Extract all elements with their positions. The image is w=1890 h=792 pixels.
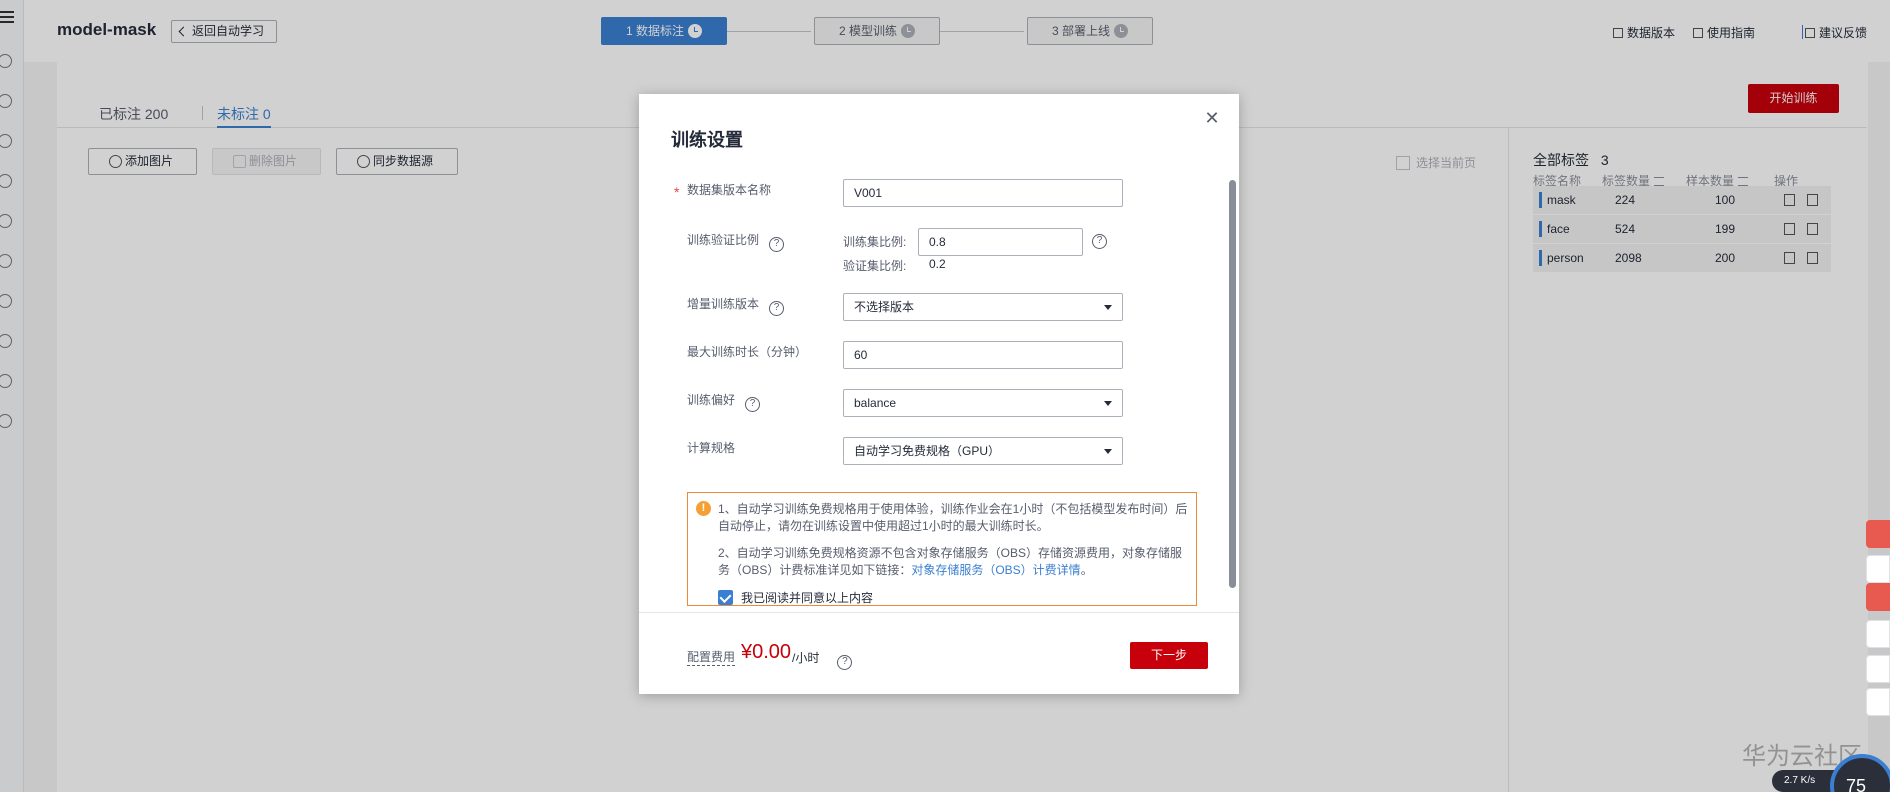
max-duration-input[interactable]: 60 [843, 341, 1123, 369]
compute-spec-label: 计算规格 [687, 441, 736, 455]
preference-row: 训练偏好? [687, 391, 761, 412]
training-settings-dialog: 训练设置 ✕ * 数据集版本名称 V001 训练验证比例? 训练集比例: 0.8… [639, 94, 1239, 694]
headset-icon[interactable] [1866, 520, 1890, 548]
chat-icon[interactable] [1866, 583, 1890, 611]
preference-select-value: balance [854, 396, 897, 410]
notice-line-2: 2、自动学习训练免费规格资源不包含对象存储服务（OBS）存储资源费用，对象存储服… [718, 545, 1188, 579]
chevron-down-icon [1104, 449, 1112, 454]
help-icon[interactable]: ? [769, 237, 785, 252]
notice-line-1: 1、自动学习训练免费规格用于使用体验，训练作业会在1小时（不包括模型发布时间）后… [718, 502, 1188, 533]
cost-value: ¥0.00 [741, 641, 792, 663]
help-icon[interactable]: ? [837, 655, 853, 670]
train-ratio-label: 训练集比例: [843, 235, 907, 249]
compute-spec-select-value: 自动学习免费规格（GPU） [854, 444, 1001, 458]
dialog-scrollbar[interactable] [1229, 180, 1236, 588]
agree-label: 我已阅读并同意以上内容 [741, 591, 874, 605]
agree-checkbox[interactable] [718, 590, 733, 605]
chevron-down-icon [1104, 401, 1112, 406]
val-ratio-label: 验证集比例: [843, 259, 907, 273]
close-icon[interactable]: ✕ [1204, 109, 1220, 127]
required-marker: * [674, 184, 680, 200]
dataset-version-input[interactable]: V001 [843, 179, 1123, 207]
cost-unit-text: /小时 [792, 651, 820, 665]
agree-checkbox-row[interactable]: 我已阅读并同意以上内容 [718, 589, 874, 605]
free-spec-notice: ! 1、自动学习训练免费规格用于使用体验，训练作业会在1小时（不包括模型发布时间… [687, 492, 1197, 606]
dialog-title: 训练设置 [671, 130, 743, 150]
notice-line-2-end: 。 [1080, 563, 1093, 577]
help-icon[interactable]: ? [769, 301, 785, 316]
next-step-button[interactable]: 下一步 [1130, 642, 1208, 669]
incremental-label: 增量训练版本 [687, 297, 760, 311]
preference-select[interactable]: balance [843, 389, 1123, 417]
compute-spec-select[interactable]: 自动学习免费规格（GPU） [843, 437, 1123, 465]
incremental-row: 增量训练版本? [687, 295, 785, 316]
train-ratio-input[interactable]: 0.8 [918, 228, 1083, 256]
edit-note-icon[interactable] [1866, 688, 1890, 716]
chevron-down-icon [1104, 305, 1112, 310]
cost-unit: /小时? [792, 649, 853, 670]
split-ratio-label: 训练验证比例 [687, 233, 760, 247]
help-circle-icon[interactable] [1866, 655, 1890, 683]
max-duration-label: 最大训练时长（分钟） [687, 345, 808, 359]
dialog-footer: 配置费用 ¥0.00 /小时? 下一步 [639, 612, 1239, 694]
cost-label: 配置费用 [687, 650, 736, 666]
obs-pricing-link[interactable]: 对象存储服务（OBS）计费详情 [911, 563, 1080, 577]
val-ratio-value: 0.2 [929, 257, 946, 271]
preference-label: 训练偏好 [687, 393, 736, 407]
incremental-select-value: 不选择版本 [854, 300, 915, 314]
smile-icon[interactable] [1866, 620, 1890, 648]
help-icon[interactable]: ? [745, 397, 761, 412]
help-icon[interactable]: ? [1092, 234, 1107, 249]
warning-icon: ! [696, 501, 711, 516]
split-ratio-row: 训练验证比例? [687, 231, 785, 252]
incremental-version-select[interactable]: 不选择版本 [843, 293, 1123, 321]
dataset-version-label: 数据集版本名称 [687, 183, 772, 197]
network-speed: 2.7 K/s [1772, 770, 1838, 792]
faq-icon[interactable] [1866, 555, 1890, 583]
